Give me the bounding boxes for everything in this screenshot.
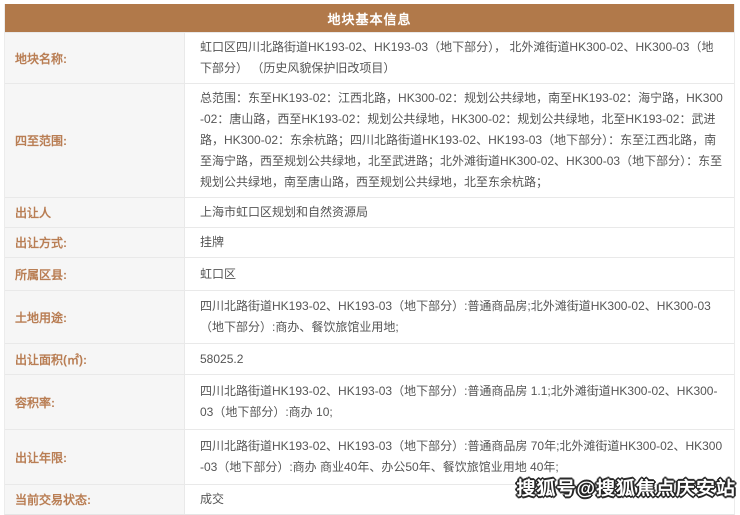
table-row-land-use: 土地用途: 四川北路街道HK193-02、HK193-03（地下部分）:普通商品…: [5, 290, 734, 343]
table-row-boundaries: 四至范围: 总范围：东至HK193-02：江西北路，HK300-02：规划公共绿…: [5, 83, 734, 197]
row-value: 总范围：东至HK193-02：江西北路，HK300-02：规划公共绿地，南至HK…: [200, 91, 723, 189]
row-label: 出让年限:: [5, 430, 185, 484]
row-value: 上海市虹口区规划和自然资源局: [200, 205, 369, 219]
row-value: 虹口区: [200, 266, 237, 281]
row-value: 58025.2: [200, 351, 244, 366]
table-row-transfer-method: 出让方式: 挂牌: [5, 227, 734, 257]
land-info-table: 地块基本信息 地块名称: 虹口区四川北路街道HK193-02、HK193-03（…: [4, 4, 735, 515]
table-row-transfer-area: 出让面积(㎡): 58025.2: [5, 343, 734, 374]
row-value: 四川北路街道HK193-02、HK193-03（地下部分）:普通商品房;北外滩街…: [200, 299, 711, 334]
table-row-district: 所属区县: 虹口区: [5, 257, 734, 290]
row-label: 所属区县:: [5, 258, 185, 290]
row-label: 出让面积(㎡):: [5, 344, 185, 374]
row-label: 出让人: [5, 198, 185, 227]
row-value: 挂牌: [200, 235, 225, 249]
row-label: 出让方式:: [5, 228, 185, 257]
table-row-plot-ratio: 容积率: 四川北路街道HK193-02、HK193-03（地下部分）:普通商品房…: [5, 374, 734, 429]
row-label: 地块名称:: [5, 33, 185, 83]
row-label: 四至范围:: [5, 84, 185, 197]
row-value: 虹口区四川北路街道HK193-02、HK193-03（地下部分）， 北外滩街道H…: [200, 40, 714, 75]
row-label: 容积率:: [5, 375, 185, 429]
table-row-parcel-name: 地块名称: 虹口区四川北路街道HK193-02、HK193-03（地下部分）， …: [5, 32, 734, 83]
watermark: 搜狐号@搜狐焦点庆安站: [516, 479, 736, 500]
row-label: 土地用途:: [5, 291, 185, 343]
table-row-transferor: 出让人 上海市虹口区规划和自然资源局: [5, 197, 734, 227]
row-value: 四川北路街道HK193-02、HK193-03（地下部分）:普通商品房 1.1;…: [200, 384, 718, 419]
table-title: 地块基本信息: [5, 4, 734, 32]
row-label: 当前交易状态:: [5, 485, 185, 514]
